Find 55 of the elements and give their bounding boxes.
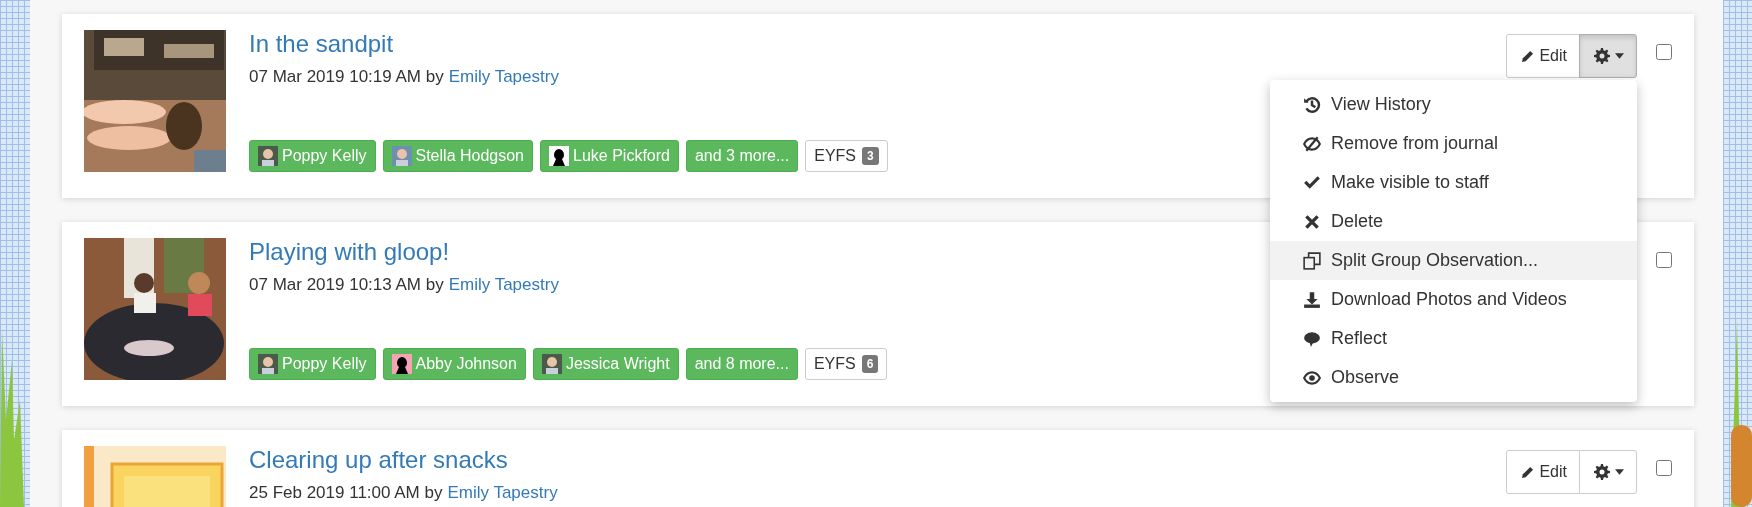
author-link[interactable]: Emily Tapestry [448, 67, 559, 87]
history-icon [1303, 95, 1321, 114]
observation-date: 07 Mar 2019 10:13 AM by [249, 275, 444, 295]
pencil-icon [1521, 465, 1535, 479]
more-children-tag[interactable]: and 3 more... [685, 140, 799, 172]
count-badge: 6 [861, 355, 879, 373]
menu-item[interactable]: Remove from journal [1270, 124, 1637, 163]
menu-item[interactable]: Observe [1270, 358, 1637, 397]
select-checkbox[interactable] [1656, 460, 1672, 476]
copy-icon [1303, 251, 1321, 270]
silhouette-icon [391, 354, 412, 374]
framework-tag[interactable]: EYFS 3 [805, 140, 888, 172]
caret-icon [1615, 53, 1624, 59]
eye-icon [1303, 368, 1321, 387]
observation-date: 07 Mar 2019 10:19 AM by [249, 67, 444, 87]
menu-item[interactable]: View History [1270, 85, 1637, 124]
download-icon [1303, 290, 1321, 309]
child-tag[interactable]: Poppy Kelly [249, 348, 376, 380]
child-tag[interactable]: Poppy Kelly [249, 140, 376, 172]
silhouette-icon [549, 146, 569, 166]
settings-icon [1594, 48, 1610, 64]
author-link[interactable]: Emily Tapestry [447, 483, 558, 503]
close-icon [1303, 212, 1321, 231]
avatar-icon [541, 354, 562, 374]
child-tag[interactable]: Jessica Wright [532, 348, 679, 380]
child-tag[interactable]: Stella Hodgson [382, 140, 533, 172]
count-badge: 3 [862, 147, 879, 165]
avatar-icon [391, 146, 412, 166]
speech-bubble-icon [1303, 329, 1321, 348]
observation-title[interactable]: Playing with gloop! [249, 238, 450, 266]
settings-icon [1594, 464, 1610, 480]
menu-item[interactable]: Download Photos and Videos [1270, 280, 1637, 319]
edit-button[interactable]: Edit [1506, 34, 1580, 78]
observation-title[interactable]: In the sandpit [249, 30, 394, 58]
menu-item[interactable]: Delete [1270, 202, 1637, 241]
select-checkbox[interactable] [1656, 44, 1672, 60]
menu-item[interactable]: Make visible to staff [1270, 163, 1637, 202]
author-link[interactable]: Emily Tapestry [448, 275, 559, 295]
select-checkbox[interactable] [1656, 252, 1672, 268]
settings-dropdown-button[interactable] [1579, 34, 1637, 78]
pencil-icon [1521, 49, 1535, 63]
avatar-icon [258, 146, 278, 166]
child-tag[interactable]: Luke Pickford [540, 140, 679, 172]
settings-dropdown-button[interactable] [1579, 450, 1637, 494]
framework-tag[interactable]: EYFS 6 [804, 348, 888, 380]
eye-slash-icon [1303, 134, 1321, 153]
menu-item[interactable]: Reflect [1270, 319, 1637, 358]
observation-title[interactable]: Clearing up after snacks [249, 446, 508, 474]
menu-item[interactable]: Split Group Observation... [1270, 241, 1637, 280]
observation-date: 25 Feb 2019 11:00 AM by [249, 483, 443, 503]
edit-button[interactable]: Edit [1506, 450, 1580, 494]
avatar-icon [258, 354, 278, 374]
more-children-tag[interactable]: and 8 more... [685, 348, 798, 380]
caret-icon [1615, 469, 1624, 475]
child-tag[interactable]: Abby Johnson [382, 348, 526, 380]
